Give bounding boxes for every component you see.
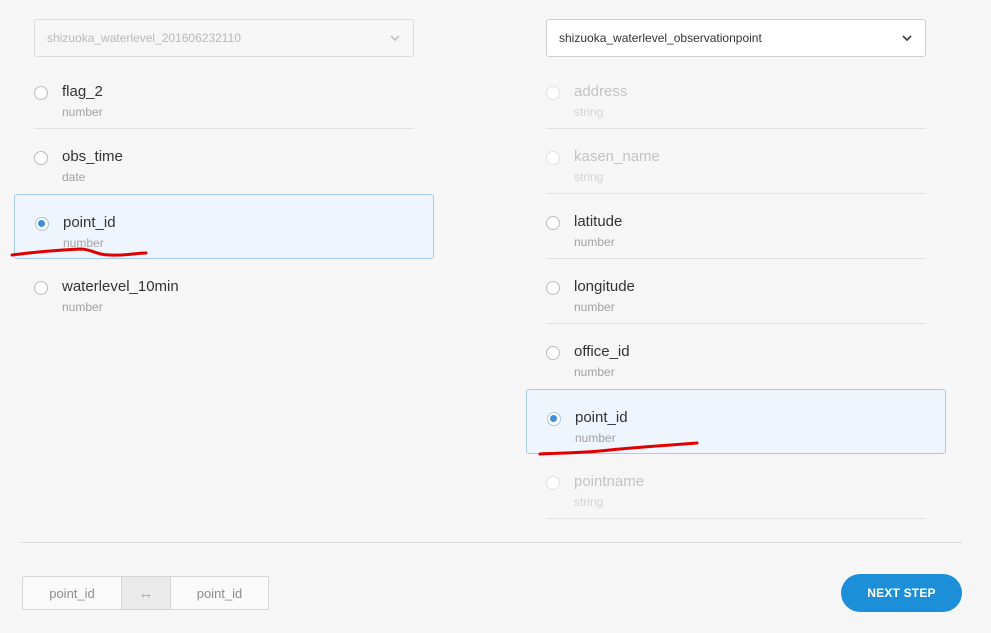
right-table-select[interactable]: shizuoka_waterlevel_observationpoint xyxy=(546,19,926,57)
join-right-key: point_id xyxy=(170,576,269,610)
left-table-select-value: shizuoka_waterlevel_201606232110 xyxy=(47,31,241,45)
field-type: number xyxy=(62,105,103,119)
field-name: flag_2 xyxy=(62,83,103,100)
bidirectional-arrow-icon: ↔ xyxy=(122,576,170,610)
field-name: longitude xyxy=(574,278,635,295)
left-table-select: shizuoka_waterlevel_201606232110 xyxy=(34,19,414,57)
field-name: point_id xyxy=(63,214,116,231)
field-name: pointname xyxy=(574,473,645,490)
field-type: number xyxy=(574,235,615,249)
radio-button[interactable] xyxy=(546,281,560,295)
radio-button[interactable] xyxy=(34,86,48,100)
left-field-row-point-id[interactable]: point_id number xyxy=(14,194,434,259)
radio-button xyxy=(546,151,560,165)
field-name: obs_time xyxy=(62,148,123,165)
radio-button-checked[interactable] xyxy=(547,412,561,426)
chevron-down-icon xyxy=(389,32,401,44)
right-field-row-point-id[interactable]: point_id number xyxy=(526,389,946,454)
field-type: string xyxy=(574,495,604,509)
join-summary: point_id ↔ point_id xyxy=(22,576,269,610)
field-name: point_id xyxy=(575,409,628,426)
left-field-list: flag_2 number obs_time date point_id num… xyxy=(14,64,434,324)
radio-button[interactable] xyxy=(34,151,48,165)
left-field-row-flag-2[interactable]: flag_2 number xyxy=(34,64,414,129)
radio-button[interactable] xyxy=(546,346,560,360)
field-name: office_id xyxy=(574,343,630,360)
radio-button xyxy=(546,476,560,490)
field-type: string xyxy=(574,105,604,119)
radio-button[interactable] xyxy=(546,216,560,230)
right-field-row-longitude[interactable]: longitude number xyxy=(546,259,926,324)
field-type: number xyxy=(574,300,615,314)
chevron-down-icon xyxy=(901,32,913,44)
field-type: number xyxy=(575,431,616,445)
radio-button-checked[interactable] xyxy=(35,217,49,231)
right-field-list: address string kasen_name string latitud… xyxy=(526,64,946,519)
field-name: waterlevel_10min xyxy=(62,278,179,295)
right-field-row-latitude[interactable]: latitude number xyxy=(546,194,926,259)
field-type: string xyxy=(574,170,604,184)
section-divider xyxy=(21,542,962,543)
radio-button[interactable] xyxy=(34,281,48,295)
left-field-row-waterlevel-10min[interactable]: waterlevel_10min number xyxy=(34,259,414,324)
right-field-row-address: address string xyxy=(546,64,926,129)
right-field-row-kasen-name: kasen_name string xyxy=(546,129,926,194)
right-field-row-pointname: pointname string xyxy=(546,454,926,519)
left-field-row-obs-time[interactable]: obs_time date xyxy=(34,129,414,194)
field-name: latitude xyxy=(574,213,623,230)
radio-button xyxy=(546,86,560,100)
next-step-button[interactable]: NEXT STEP xyxy=(841,574,962,612)
join-left-key: point_id xyxy=(22,576,122,610)
field-type: number xyxy=(62,300,103,314)
field-type: number xyxy=(63,236,104,250)
right-table-select-value: shizuoka_waterlevel_observationpoint xyxy=(559,31,762,45)
field-type: number xyxy=(574,365,615,379)
field-type: date xyxy=(62,170,86,184)
field-name: kasen_name xyxy=(574,148,660,165)
right-field-row-office-id[interactable]: office_id number xyxy=(546,324,926,389)
field-name: address xyxy=(574,83,628,100)
